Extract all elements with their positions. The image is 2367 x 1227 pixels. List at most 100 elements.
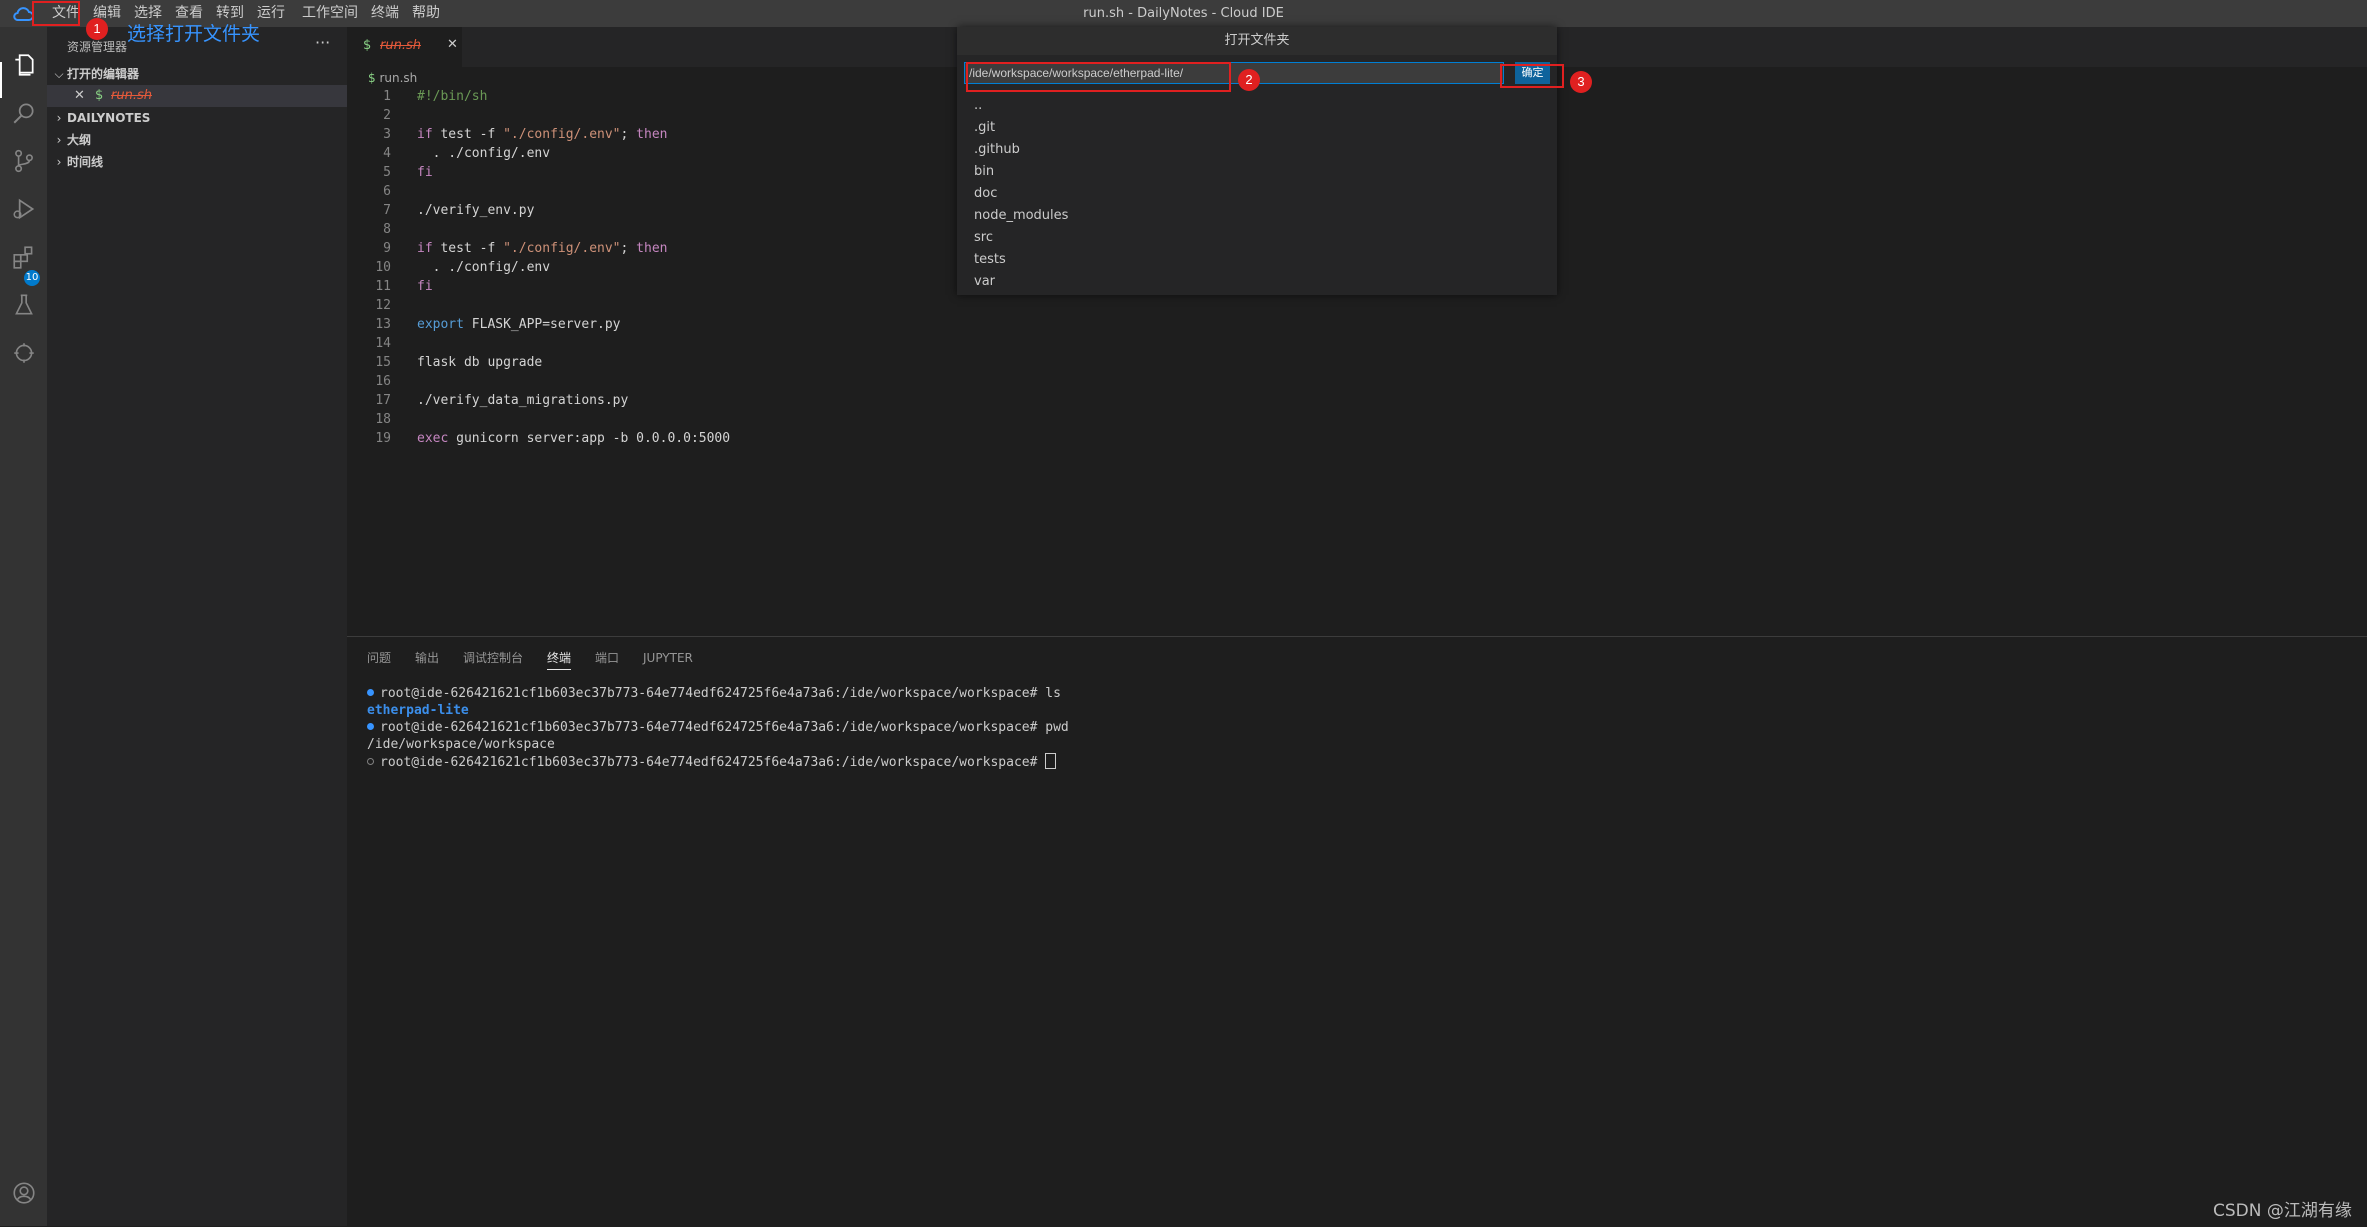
section-label: DAILYNOTES: [67, 111, 151, 125]
line-number: 9: [383, 241, 391, 256]
section-outline[interactable]: › 大纲: [47, 129, 347, 151]
annotation-marker-3: 3: [1570, 71, 1592, 93]
line-number: 1: [383, 89, 391, 104]
folder-list-item[interactable]: bin: [974, 161, 994, 183]
menu-terminal[interactable]: 终端: [367, 0, 403, 27]
open-editor-item[interactable]: ✕ $ run.sh: [47, 85, 347, 107]
line-number: 7: [383, 203, 391, 218]
folder-list-item[interactable]: var: [974, 271, 995, 293]
line-number: 8: [383, 222, 391, 237]
tab-problems[interactable]: 问题: [367, 647, 391, 669]
terminal-line: root@ide-626421621cf1b603ec37b773-64e774…: [367, 719, 1069, 736]
line-content: export FLASK_APP=server.py: [417, 317, 621, 332]
status-dot-icon: [367, 758, 374, 765]
sidebar-title: 资源管理器: [67, 40, 128, 54]
tab-ports[interactable]: 端口: [595, 647, 619, 669]
run-debug-icon[interactable]: [8, 193, 39, 224]
line-content: exec gunicorn server:app -b 0.0.0.0:5000: [417, 431, 731, 446]
breadcrumb[interactable]: $ run.sh: [368, 67, 417, 89]
line-number: 3: [383, 127, 391, 142]
tab-debug-console[interactable]: 调试控制台: [463, 647, 523, 669]
remote-icon[interactable]: [8, 337, 39, 368]
section-open-editors[interactable]: ⌵ 打开的编辑器: [47, 63, 347, 85]
source-control-icon[interactable]: [8, 145, 39, 176]
explorer-icon[interactable]: [8, 49, 39, 80]
line-content: if test -f "./config/.env"; then: [417, 127, 668, 142]
tab-label: run.sh: [380, 38, 421, 53]
terminal-text: root@ide-626421621cf1b603ec37b773-64e774…: [380, 755, 1046, 770]
terminal[interactable]: root@ide-626421621cf1b603ec37b773-64e774…: [347, 685, 2367, 1225]
terminal-line: /ide/workspace/workspace: [367, 736, 555, 753]
line-number: 5: [383, 165, 391, 180]
activity-bar: 10: [0, 27, 47, 1226]
line-number: 14: [375, 336, 391, 351]
line-content: if test -f "./config/.env"; then: [417, 241, 668, 256]
account-icon[interactable]: [8, 1177, 39, 1208]
terminal-text: root@ide-626421621cf1b603ec37b773-64e774…: [380, 720, 1069, 735]
line-number: 12: [375, 298, 391, 313]
folder-list-item[interactable]: .github: [974, 139, 1020, 161]
terminal-text: root@ide-626421621cf1b603ec37b773-64e774…: [380, 686, 1061, 701]
dialog-title: 打开文件夹: [957, 27, 1557, 55]
annotation-note: 选择打开文件夹: [127, 23, 261, 45]
chevron-right-icon: ›: [56, 111, 62, 125]
line-number: 11: [375, 279, 391, 294]
chevron-right-icon: ›: [56, 155, 62, 169]
terminal-text: /ide/workspace/workspace: [367, 737, 555, 752]
shell-file-icon: $: [368, 71, 376, 85]
active-indicator: [0, 62, 2, 98]
annotation-marker-1: 1: [86, 18, 108, 40]
folder-list-item[interactable]: node_modules: [974, 205, 1068, 227]
tab-run-sh[interactable]: $ run.sh ✕: [347, 27, 462, 67]
folder-list-item[interactable]: src: [974, 227, 993, 249]
line-number: 2: [383, 108, 391, 123]
folder-list-item[interactable]: tests: [974, 249, 1006, 271]
line-number: 4: [383, 146, 391, 161]
line-number: 17: [375, 393, 391, 408]
bottom-panel: 问题 输出 调试控制台 终端 端口 JUPYTER root@ide-62642…: [347, 636, 2367, 1227]
folder-list-item[interactable]: ..: [974, 95, 982, 117]
line-number: 6: [383, 184, 391, 199]
line-number: 15: [375, 355, 391, 370]
folder-list-item[interactable]: doc: [974, 183, 997, 205]
more-actions-icon[interactable]: ···: [315, 33, 330, 52]
status-dot-icon: [367, 723, 374, 730]
line-content: #!/bin/sh: [417, 89, 488, 104]
line-content: ./verify_env.py: [417, 203, 535, 218]
testing-icon[interactable]: [8, 289, 39, 320]
line-content: . ./config/.env: [417, 146, 551, 161]
section-label: 时间线: [67, 155, 104, 169]
line-number: 13: [375, 317, 391, 332]
line-content: fi: [417, 165, 433, 180]
line-content: fi: [417, 279, 433, 294]
line-content: ./verify_data_migrations.py: [417, 393, 629, 408]
line-content: flask db upgrade: [417, 355, 543, 370]
tab-output[interactable]: 输出: [415, 647, 439, 669]
search-icon[interactable]: [8, 97, 39, 128]
section-label: 打开的编辑器: [67, 67, 140, 81]
tab-terminal[interactable]: 终端: [547, 647, 572, 670]
section-dailynotes[interactable]: › DAILYNOTES: [47, 107, 347, 129]
line-content: . ./config/.env: [417, 260, 551, 275]
section-timeline[interactable]: › 时间线: [47, 151, 347, 173]
tab-jupyter[interactable]: JUPYTER: [643, 647, 693, 669]
extensions-icon[interactable]: [8, 241, 39, 272]
line-number: 16: [375, 374, 391, 389]
shell-file-icon: $: [95, 88, 104, 103]
menu-workspace[interactable]: 工作空间: [298, 0, 362, 27]
line-number: 10: [375, 260, 391, 275]
line-number: 18: [375, 412, 391, 427]
chevron-right-icon: ›: [56, 133, 62, 147]
watermark: CSDN @江湖有缘: [2213, 1201, 2352, 1221]
annotation-box-path: [966, 62, 1231, 92]
close-icon[interactable]: ✕: [74, 85, 85, 107]
breadcrumb-file[interactable]: run.sh: [379, 71, 417, 85]
terminal-cursor: [1045, 753, 1057, 769]
annotation-box-file-menu: [32, 1, 80, 26]
menu-help[interactable]: 帮助: [408, 0, 444, 27]
annotation-marker-2: 2: [1238, 69, 1260, 91]
explorer-sidebar: 资源管理器 ··· ⌵ 打开的编辑器 ✕ $ run.sh › DAILYNOTES…: [47, 27, 347, 1226]
line-number: 19: [375, 431, 391, 446]
close-icon[interactable]: ✕: [447, 37, 458, 52]
folder-list-item[interactable]: .git: [974, 117, 995, 139]
